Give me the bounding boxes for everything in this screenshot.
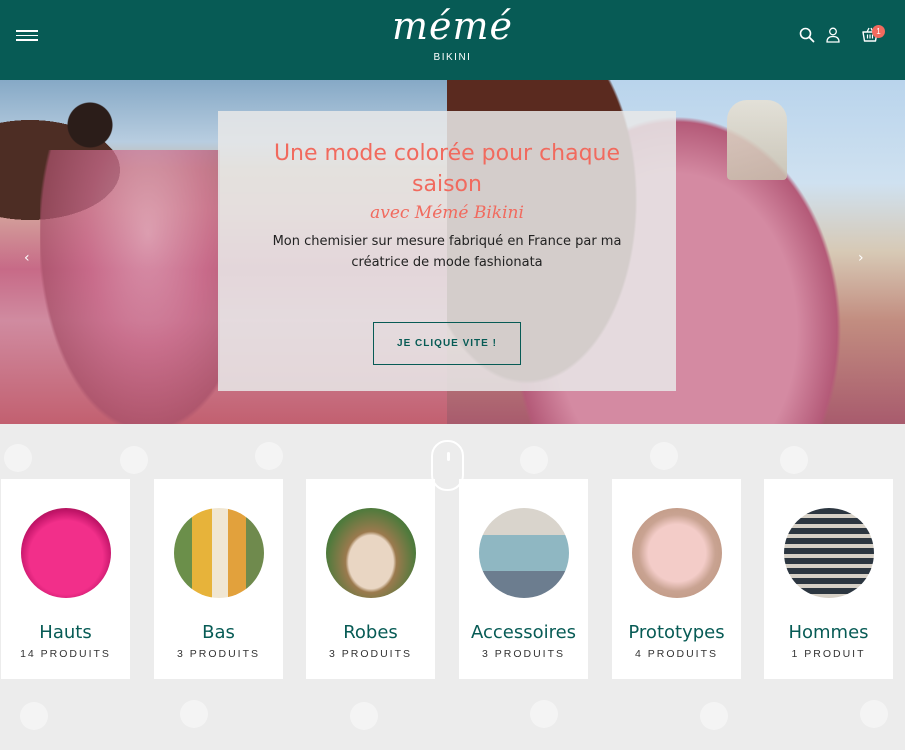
pattern-decoration — [860, 700, 888, 728]
pattern-decoration — [20, 702, 48, 730]
pattern-decoration — [780, 446, 808, 474]
category-count: 4 PRODUITS — [634, 648, 718, 660]
hero-title: Une mode colorée pour chaque saison — [273, 141, 621, 197]
cart-count-badge: 1 — [872, 25, 885, 38]
hero-text-box: Une mode colorée pour chaque saison avec… — [218, 111, 676, 391]
category-count: 3 PRODUITS — [481, 648, 565, 660]
category-name: Bas — [202, 622, 235, 643]
pattern-decoration — [4, 444, 32, 472]
hero-description: Mon chemisier sur mesure fabriqué en Fra… — [272, 234, 622, 270]
category-name: Robes — [343, 622, 398, 643]
logo-subtitle: BIKINI — [433, 52, 472, 63]
category-name: Prototypes — [628, 622, 725, 643]
category-count: 3 PRODUITS — [176, 648, 260, 660]
category-thumbnail — [173, 508, 264, 598]
categories-section: Hauts 14 PRODUITS Bas 3 PRODUITS Robes 3… — [0, 424, 905, 750]
category-name: Accessoires — [470, 622, 577, 643]
category-thumbnail — [478, 508, 569, 598]
category-card-robes[interactable]: Robes 3 PRODUITS — [306, 479, 435, 679]
category-card-bas[interactable]: Bas 3 PRODUITS — [154, 479, 283, 679]
pattern-decoration — [700, 702, 728, 730]
pattern-decoration — [180, 700, 208, 728]
hero-slider: ‹ › Une mode colorée pour chaque saison … — [0, 80, 905, 424]
category-card-prototypes[interactable]: Prototypes 4 PRODUITS — [612, 479, 741, 679]
slider-prev-arrow[interactable]: ‹ — [24, 250, 30, 266]
category-thumbnail — [20, 508, 111, 598]
category-name: Hommes — [788, 622, 869, 643]
category-thumbnail — [783, 508, 874, 598]
category-card-hommes[interactable]: Hommes 1 PRODUIT — [764, 479, 893, 679]
pattern-decoration — [530, 700, 558, 728]
slider-next-arrow[interactable]: › — [858, 250, 864, 266]
category-card-accessoires[interactable]: Accessoires 3 PRODUITS — [459, 479, 588, 679]
pattern-decoration — [520, 446, 548, 474]
category-thumbnail — [325, 508, 416, 598]
pattern-decoration — [650, 442, 678, 470]
site-header: mémé BIKINI 1 — [0, 0, 905, 80]
pattern-decoration — [350, 702, 378, 730]
category-thumbnail — [631, 508, 722, 598]
pattern-decoration — [120, 446, 148, 474]
user-icon[interactable] — [824, 26, 842, 44]
category-count: 3 PRODUITS — [328, 648, 412, 660]
hero-cta-button[interactable]: JE CLIQUE VITE ! — [373, 322, 521, 365]
site-logo[interactable]: mémé BIKINI — [0, 2, 905, 63]
category-count: 1 PRODUIT — [791, 648, 866, 660]
search-icon[interactable] — [798, 26, 816, 44]
pattern-decoration — [255, 442, 283, 470]
category-card-hauts[interactable]: Hauts 14 PRODUITS — [1, 479, 130, 679]
category-name: Hauts — [39, 622, 92, 643]
hero-subtitle: avec Mémé Bikini — [370, 203, 524, 223]
category-count: 14 PRODUITS — [20, 648, 111, 660]
logo-wordmark: mémé — [391, 4, 514, 48]
